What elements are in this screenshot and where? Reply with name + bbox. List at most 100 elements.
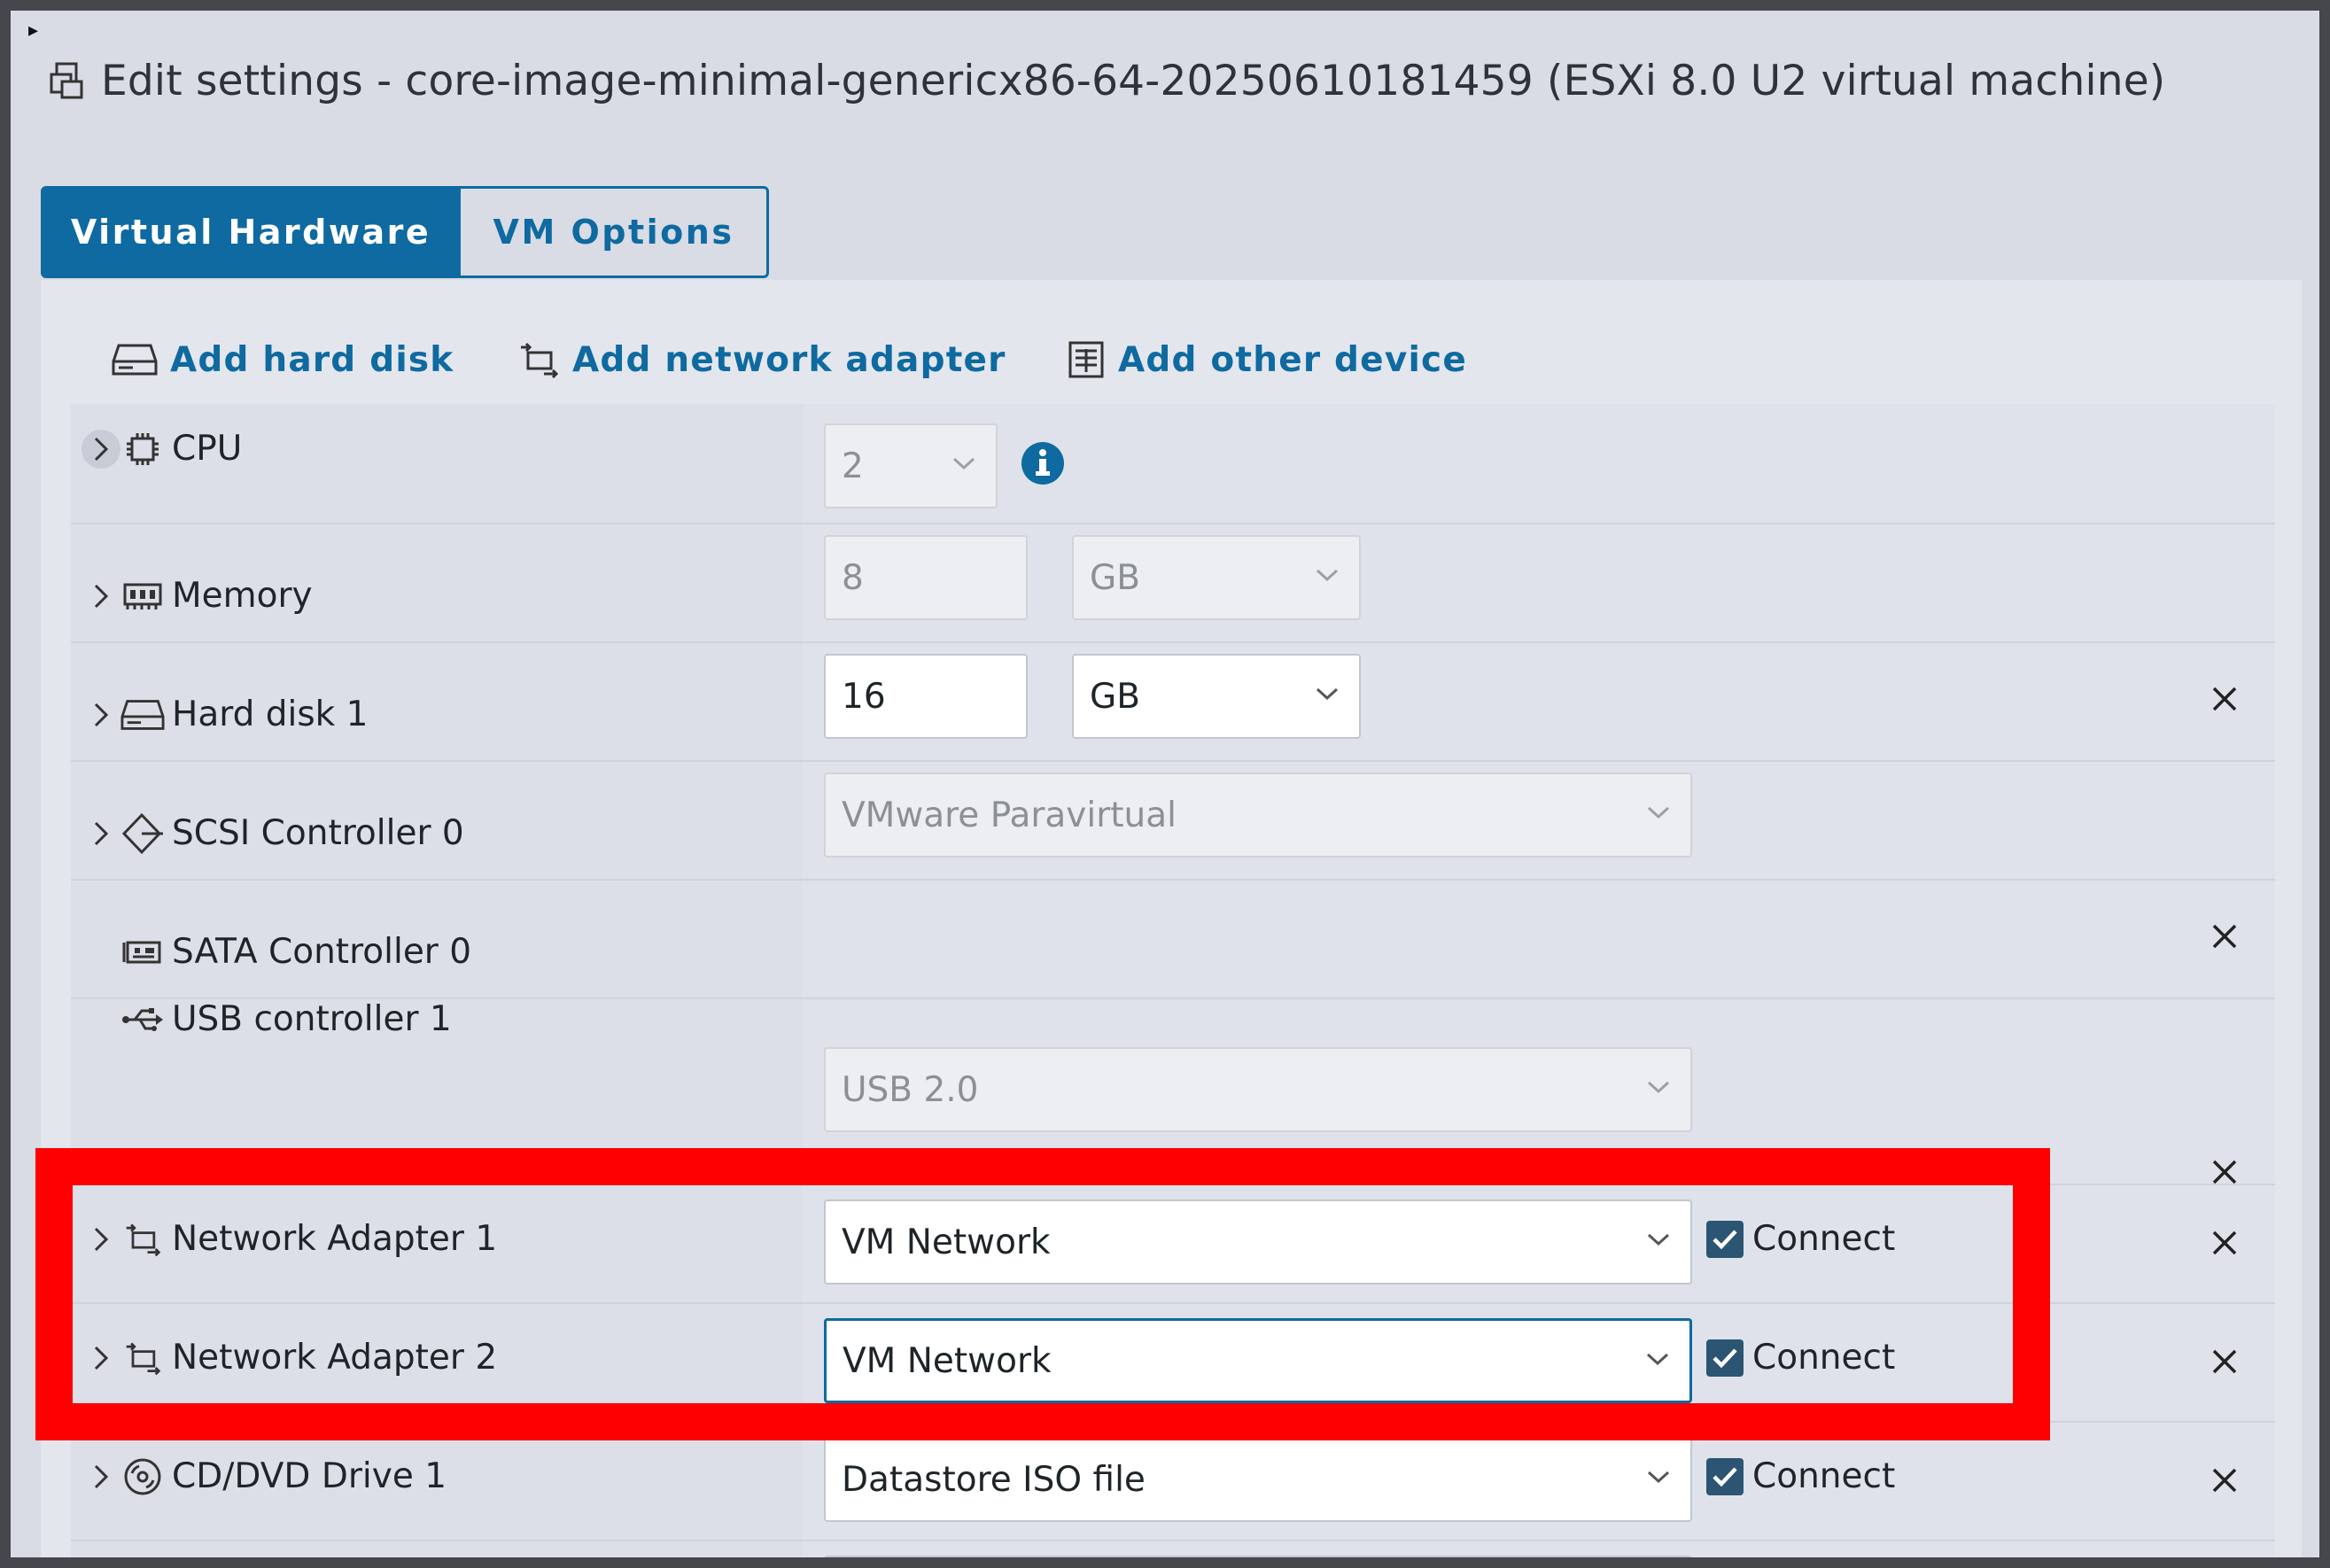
sata-controller-icon bbox=[120, 933, 165, 972]
dialog-title: Edit settings - core-image-minimal-gener… bbox=[101, 57, 2166, 105]
memory-unit-value: GB bbox=[1090, 557, 1140, 598]
network-adapter-icon bbox=[120, 1220, 165, 1259]
memory-size-value: 8 bbox=[842, 557, 864, 598]
add-network-adapter-label: Add network adapter bbox=[572, 339, 1006, 380]
cpu-label: CPU bbox=[172, 429, 243, 469]
dropdown-caret-icon bbox=[1316, 569, 1339, 582]
network-adapter-2-network-select[interactable]: VM Network bbox=[824, 1318, 1692, 1403]
usb-icon bbox=[120, 1000, 165, 1039]
network-adapter-1-label-group: Network Adapter 1 bbox=[82, 1219, 497, 1259]
cpu-count-select[interactable]: 2 bbox=[824, 423, 998, 508]
remove-network-adapter-2-button[interactable] bbox=[2202, 1339, 2247, 1384]
expand-chevron-icon[interactable] bbox=[82, 429, 120, 469]
hard-disk-icon bbox=[120, 695, 165, 734]
next-device-select[interactable] bbox=[824, 1556, 1692, 1557]
device-row-sata-controller-0: SATA Controller 0 bbox=[71, 879, 2275, 999]
tab-bar: Virtual Hardware VM Options bbox=[41, 186, 769, 278]
expand-chevron-icon[interactable] bbox=[82, 1457, 120, 1496]
remove-sata-controller-0-button[interactable] bbox=[2202, 914, 2247, 959]
network-adapter-2-connect-checkbox[interactable]: Connect bbox=[1706, 1338, 1895, 1378]
cd-dvd-drive-1-media-value: Datastore ISO file bbox=[842, 1459, 1146, 1500]
vm-settings-icon bbox=[50, 62, 83, 99]
usb-controller-type-select[interactable]: USB 2.0 bbox=[824, 1047, 1692, 1132]
hard-disk-1-label: Hard disk 1 bbox=[172, 695, 369, 734]
hard-disk-unit-value: GB bbox=[1090, 676, 1140, 717]
checkbox-checked-icon bbox=[1706, 1457, 1744, 1495]
usb-controller-label-group: USB controller 1 bbox=[120, 999, 452, 1039]
usb-controller-1-label: USB controller 1 bbox=[172, 999, 452, 1039]
window-menu-icon[interactable]: ▸ bbox=[28, 19, 38, 42]
cd-dvd-icon bbox=[120, 1457, 165, 1496]
device-row-memory: Memory 8 GB bbox=[71, 523, 2275, 643]
device-row-cpu: CPU 2 bbox=[71, 404, 2275, 524]
memory-size-input[interactable]: 8 bbox=[824, 535, 1028, 620]
device-row-usb-controller-1: USB controller 1 USB 2.0 bbox=[71, 997, 2275, 1185]
device-row-hard-disk-1: Hard disk 1 16 GB bbox=[71, 641, 2275, 762]
dropdown-caret-icon bbox=[1647, 1081, 1670, 1094]
dropdown-caret-icon bbox=[1646, 1353, 1669, 1366]
close-icon bbox=[2212, 1468, 2237, 1493]
tab-vm-options[interactable]: VM Options bbox=[461, 186, 769, 278]
network-adapter-2-label: Network Adapter 2 bbox=[172, 1338, 498, 1378]
add-network-adapter-button[interactable]: Add network adapter bbox=[517, 330, 1006, 390]
close-icon bbox=[2212, 924, 2237, 949]
device-row-network-adapter-1: Network Adapter 1 VM Network Connect bbox=[71, 1184, 2275, 1304]
expand-chevron-icon[interactable] bbox=[82, 814, 120, 853]
hard-disk-unit-select[interactable]: GB bbox=[1072, 654, 1361, 739]
remove-hard-disk-1-button[interactable] bbox=[2202, 677, 2247, 721]
memory-label: Memory bbox=[172, 576, 313, 616]
add-hard-disk-button[interactable]: Add hard disk bbox=[112, 330, 454, 390]
scsi-controller-0-label: SCSI Controller 0 bbox=[172, 813, 464, 853]
device-list-icon bbox=[1068, 341, 1104, 378]
add-hard-disk-label: Add hard disk bbox=[170, 339, 454, 380]
expand-chevron-icon[interactable] bbox=[82, 1220, 120, 1259]
add-other-device-button[interactable]: Add other device bbox=[1067, 330, 1467, 390]
dropdown-caret-icon bbox=[1647, 1233, 1670, 1246]
expand-chevron-icon[interactable] bbox=[82, 695, 120, 734]
scsi-controller-type-value: VMware Paravirtual bbox=[842, 795, 1177, 835]
cd-dvd-drive-1-media-select[interactable]: Datastore ISO file bbox=[824, 1437, 1692, 1522]
device-row-scsi-controller-0: SCSI Controller 0 VMware Paravirtual bbox=[71, 760, 2275, 881]
hard-disk-1-label-group: Hard disk 1 bbox=[82, 695, 368, 734]
cd-dvd-drive-1-connect-checkbox[interactable]: Connect bbox=[1706, 1456, 1895, 1496]
cpu-count-value: 2 bbox=[842, 446, 864, 486]
hardware-table: CPU 2 Memory 8 GB Hard disk 1 16 GB SCSI… bbox=[71, 404, 2275, 1557]
sata-controller-label-group: SATA Controller 0 bbox=[120, 932, 471, 972]
dropdown-caret-icon bbox=[1316, 687, 1339, 701]
connect-label: Connect bbox=[1752, 1456, 1896, 1496]
hard-disk-size-value: 16 bbox=[842, 676, 886, 717]
device-row-cd-dvd-drive-1: CD/DVD Drive 1 Datastore ISO file Connec… bbox=[71, 1421, 2275, 1541]
remove-network-adapter-1-button[interactable] bbox=[2202, 1221, 2247, 1265]
close-icon bbox=[2212, 1230, 2237, 1255]
close-icon bbox=[2212, 687, 2237, 711]
connect-label: Connect bbox=[1752, 1338, 1896, 1378]
network-adapter-1-connect-checkbox[interactable]: Connect bbox=[1706, 1219, 1895, 1259]
edit-settings-dialog: ▸ Edit settings - core-image-minimal-gen… bbox=[11, 11, 2319, 1557]
tab-virtual-hardware[interactable]: Virtual Hardware bbox=[41, 186, 461, 278]
network-adapter-1-network-select[interactable]: VM Network bbox=[824, 1199, 1692, 1285]
info-icon[interactable] bbox=[1021, 441, 1065, 485]
network-adapter-1-label: Network Adapter 1 bbox=[172, 1219, 498, 1259]
cd-dvd-drive-1-label: CD/DVD Drive 1 bbox=[172, 1456, 447, 1496]
usb-controller-type-value: USB 2.0 bbox=[842, 1069, 979, 1110]
cd-dvd-drive-1-label-group: CD/DVD Drive 1 bbox=[82, 1456, 447, 1496]
connect-label: Connect bbox=[1752, 1219, 1896, 1259]
expand-chevron-icon[interactable] bbox=[82, 1339, 120, 1378]
close-icon bbox=[2212, 1160, 2237, 1184]
memory-unit-select[interactable]: GB bbox=[1072, 535, 1361, 620]
add-other-device-label: Add other device bbox=[1118, 339, 1467, 380]
hard-disk-icon bbox=[112, 344, 158, 376]
remove-cd-dvd-drive-1-button[interactable] bbox=[2202, 1458, 2247, 1502]
cpu-label-group: CPU bbox=[82, 429, 242, 469]
scsi-controller-type-select[interactable]: VMware Paravirtual bbox=[824, 772, 1692, 858]
network-adapter-1-network-value: VM Network bbox=[842, 1222, 1051, 1262]
memory-label-group: Memory bbox=[82, 576, 313, 616]
sata-controller-0-label: SATA Controller 0 bbox=[172, 932, 472, 972]
checkbox-checked-icon bbox=[1706, 1339, 1744, 1377]
close-icon bbox=[2212, 1349, 2237, 1374]
network-adapter-2-network-value: VM Network bbox=[843, 1340, 1052, 1381]
scsi-controller-icon bbox=[120, 812, 165, 854]
expand-chevron-icon[interactable] bbox=[82, 577, 120, 616]
hard-disk-size-input[interactable]: 16 bbox=[824, 654, 1028, 739]
checkbox-checked-icon bbox=[1706, 1220, 1744, 1258]
